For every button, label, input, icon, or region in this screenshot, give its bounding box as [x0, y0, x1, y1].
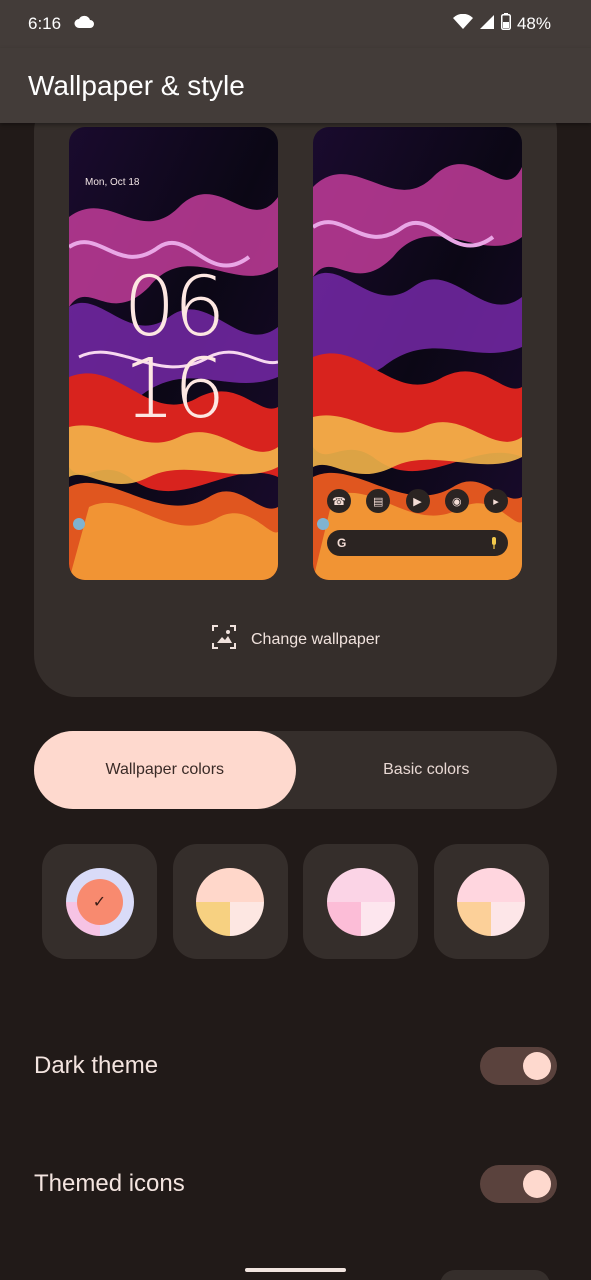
bottom-peek-element — [440, 1270, 550, 1280]
color-source-tabs: Wallpaper colors Basic colors — [34, 731, 557, 809]
tab-wallpaper-colors[interactable]: Wallpaper colors — [34, 731, 296, 809]
color-swatch-2[interactable] — [172, 844, 288, 959]
status-bar: 6:16 48% — [0, 0, 591, 48]
clock-hours: 06 — [123, 260, 225, 355]
themed-icons-toggle[interactable] — [480, 1165, 557, 1203]
swatch-preview — [326, 867, 395, 936]
youtube-icon[interactable]: ▸ — [484, 489, 508, 513]
gesture-nav-handle[interactable] — [245, 1268, 346, 1272]
swatch-preview: ✓ — [65, 867, 134, 936]
cloud-icon — [73, 14, 95, 34]
home-screen-preview[interactable]: ☎ ▤ ▶ ◉ ▸ G — [313, 127, 522, 580]
play-store-icon[interactable]: ▶ — [405, 489, 430, 513]
checkmark-icon: ✓ — [76, 878, 123, 925]
wallpaper-preview-card: Mon, Oct 18 06 16 ☎ ▤ ▶ ◉ ▸ G Change wal… — [34, 90, 557, 697]
status-time: 6:16 — [28, 14, 62, 33]
signal-icon — [479, 14, 495, 35]
google-logo-icon: G — [337, 536, 347, 550]
tab-basic-colors[interactable]: Basic colors — [296, 731, 558, 809]
swatch-preview — [457, 867, 526, 936]
swatch-preview — [196, 867, 265, 936]
toggle-knob — [523, 1052, 551, 1080]
wifi-icon — [452, 13, 473, 35]
mic-icon[interactable] — [490, 537, 498, 549]
page-title: Wallpaper & style — [28, 69, 245, 101]
lock-date: Mon, Oct 18 — [85, 177, 140, 188]
change-wallpaper-label: Change wallpaper — [251, 630, 380, 648]
color-swatch-list: ✓ — [42, 844, 549, 959]
wallpaper-edit-icon — [211, 624, 237, 655]
app-bar: Wallpaper & style — [0, 48, 591, 123]
dark-theme-row[interactable]: Dark theme — [34, 1046, 557, 1086]
toggle-knob — [523, 1170, 551, 1198]
lock-screen-preview[interactable]: Mon, Oct 18 06 16 — [69, 127, 278, 580]
dark-theme-toggle[interactable] — [480, 1047, 557, 1085]
google-search-bar[interactable]: G — [327, 530, 508, 556]
lock-clock: 06 16 — [69, 267, 278, 431]
lock-badge-icon — [73, 518, 85, 530]
phone-icon[interactable]: ☎ — [327, 489, 351, 513]
battery-icon — [500, 13, 511, 35]
change-wallpaper-button[interactable]: Change wallpaper — [34, 624, 557, 655]
battery-percent: 48% — [516, 14, 551, 33]
messages-icon[interactable]: ▤ — [366, 489, 391, 513]
chrome-icon[interactable]: ◉ — [444, 489, 469, 513]
themed-icons-label: Themed icons — [34, 1170, 185, 1197]
color-swatch-1[interactable]: ✓ — [42, 844, 157, 959]
app-dock: ☎ ▤ ▶ ◉ ▸ — [325, 489, 510, 513]
home-badge-icon — [317, 518, 329, 530]
clock-minutes: 16 — [123, 342, 225, 437]
themed-icons-row[interactable]: Themed icons — [34, 1164, 557, 1204]
color-swatch-3[interactable] — [303, 844, 419, 959]
dark-theme-label: Dark theme — [34, 1052, 159, 1079]
color-swatch-4[interactable] — [433, 844, 549, 959]
